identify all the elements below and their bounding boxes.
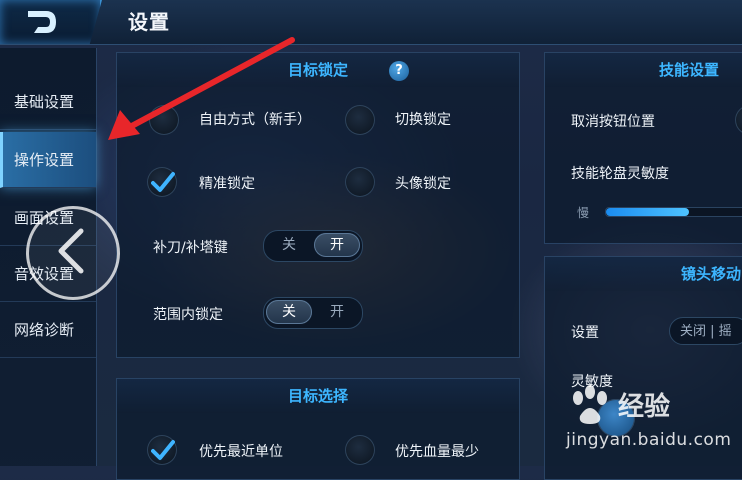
watermark-logo: 经验 jingyan.baidu.com [566, 384, 742, 466]
watermark-url: jingyan.baidu.com [566, 430, 732, 450]
watermark-brand: 经验 [618, 392, 671, 422]
paw-icon [573, 385, 607, 424]
